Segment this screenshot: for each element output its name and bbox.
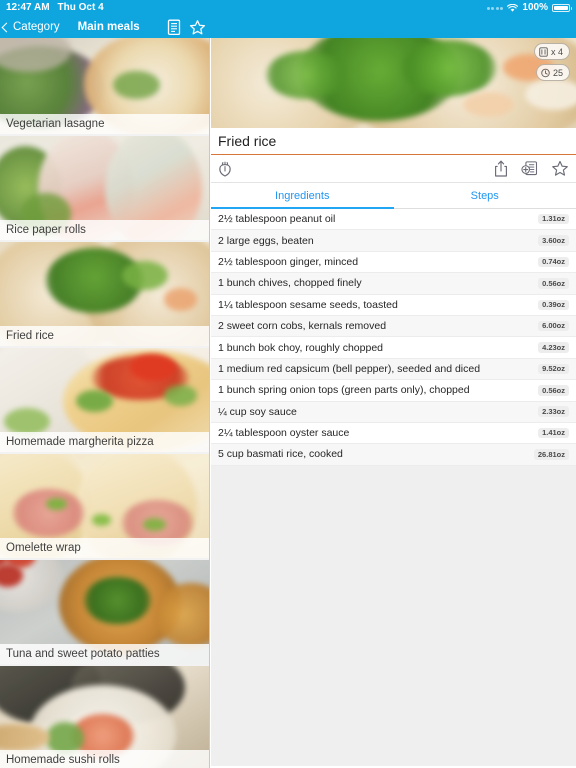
servings-text: x 4: [550, 46, 563, 57]
ingredient-weight: 0.56oz: [538, 385, 569, 396]
ingredient-row[interactable]: ¼ cup soy sauce 2.33oz: [211, 401, 576, 423]
list-item[interactable]: Fried rice: [0, 242, 209, 348]
list-item-label: Homemade margherita pizza: [0, 432, 209, 452]
ingredient-name: ¼ cup soy sauce: [218, 405, 297, 418]
recipe-actions: [494, 160, 569, 177]
tab-ingredients-label: Ingredients: [275, 189, 330, 202]
ingredient-weight: 26.81oz: [533, 449, 569, 460]
list-item[interactable]: Homemade sushi rolls: [0, 666, 209, 768]
ingredient-weight: 0.56oz: [538, 278, 569, 289]
hero-badges: x 4 25: [533, 43, 570, 81]
recipe-list-pane[interactable]: Vegetarian lasagne Rice paper rolls Frie…: [0, 38, 210, 768]
add-to-list-icon[interactable]: [521, 160, 538, 177]
time-text: 25: [552, 67, 563, 78]
ingredient-row[interactable]: 2 large eggs, beaten 3.60oz: [211, 230, 576, 252]
recipe-action-bar: [211, 155, 576, 183]
ingredient-name: 2 sweet corn cobs, kernals removed: [218, 320, 387, 333]
ingredient-weight: 6.00oz: [538, 320, 569, 332]
list-item-label: Omelette wrap: [0, 538, 209, 558]
strawberry-icon[interactable]: [218, 160, 232, 177]
list-item-label: Tuna and sweet potato patties: [0, 644, 209, 664]
tab-ingredients[interactable]: Ingredients: [211, 183, 394, 209]
document-icon[interactable]: [167, 19, 182, 36]
nav-bar-right-fill: [210, 16, 576, 38]
ingredient-row[interactable]: 1 bunch chives, chopped finely 0.56oz: [211, 273, 576, 295]
list-item[interactable]: Homemade margherita pizza: [0, 348, 209, 454]
servings-icon: [539, 46, 548, 57]
chevron-left-icon: [1, 22, 12, 32]
back-button-label: Category: [13, 21, 60, 33]
ingredient-row[interactable]: 2½ tablespoon peanut oil 1.31oz: [211, 209, 576, 231]
ingredient-name: 2¼ tablespoon oyster sauce: [218, 427, 350, 440]
ingredient-row[interactable]: 1 bunch bok choy, roughly chopped 4.23oz: [211, 337, 576, 359]
hero-photo: [211, 38, 576, 128]
status-time: 12:47 AM: [6, 2, 50, 13]
detail-tabs: Ingredients Steps: [211, 183, 576, 209]
ingredient-row[interactable]: 2½ tablespoon ginger, minced 0.74oz: [211, 251, 576, 274]
recipe-title: Fried rice: [218, 133, 277, 149]
status-date: Thu Oct 4: [57, 2, 104, 13]
back-button[interactable]: Category: [0, 21, 60, 33]
status-bar-left: 12:47 AM Thu Oct 4: [0, 0, 104, 16]
ingredients-empty-area: [211, 465, 576, 766]
ingredient-row[interactable]: 2 sweet corn cobs, kernals removed 6.00o…: [211, 315, 576, 338]
recipe-detail-pane: x 4 25 Fried rice Ingredients Steps 2½ t…: [211, 38, 576, 768]
ingredient-name: 2 large eggs, beaten: [218, 234, 314, 247]
ingredient-row[interactable]: 5 cup basmati rice, cooked 26.81oz: [211, 444, 576, 466]
list-item-label: Rice paper rolls: [0, 220, 209, 240]
star-outline-icon[interactable]: [551, 160, 569, 177]
star-outline-icon[interactable]: [189, 19, 206, 36]
tab-steps[interactable]: Steps: [394, 183, 576, 208]
signal-dots-icon: [486, 6, 504, 10]
ingredient-weight: 0.74oz: [538, 256, 569, 268]
ingredient-weight: 9.52oz: [538, 363, 569, 375]
recipe-title-bar: Fried rice: [211, 128, 576, 155]
ingredient-name: 2½ tablespoon peanut oil: [218, 213, 336, 226]
ingredient-name: 1¼ tablespoon sesame seeds, toasted: [218, 298, 398, 311]
list-item[interactable]: Tuna and sweet potato patties: [0, 560, 209, 666]
ingredient-weight: 1.31oz: [538, 213, 569, 225]
ingredient-name: 5 cup basmati rice, cooked: [218, 448, 343, 461]
ingredient-weight: 1.41oz: [538, 427, 569, 439]
ingredients-list: 2½ tablespoon peanut oil 1.31oz 2 large …: [211, 209, 576, 766]
list-item[interactable]: Vegetarian lasagne: [0, 38, 209, 136]
list-item-label: Fried rice: [0, 326, 209, 346]
ingredient-weight: 4.23oz: [538, 342, 569, 353]
share-icon[interactable]: [494, 160, 508, 177]
app-root: 12:47 AM Thu Oct 4 100% Category Main me…: [0, 0, 576, 768]
list-item[interactable]: Omelette wrap: [0, 454, 209, 560]
ingredient-row[interactable]: 1¼ tablespoon sesame seeds, toasted 0.39…: [211, 294, 576, 316]
status-bar: 12:47 AM Thu Oct 4 100%: [0, 0, 576, 16]
ingredient-weight: 0.39oz: [538, 299, 569, 310]
page-title: Main meals: [77, 21, 140, 33]
recipe-hero-image: x 4 25: [211, 38, 576, 128]
list-item-label: Homemade sushi rolls: [0, 750, 209, 768]
tab-steps-label: Steps: [470, 189, 499, 202]
wifi-icon: [507, 3, 519, 12]
ingredient-name: 1 bunch chives, chopped finely: [218, 277, 362, 290]
ingredient-name: 1 medium red capsicum (bell pepper), see…: [218, 362, 481, 375]
list-item[interactable]: Rice paper rolls: [0, 136, 209, 242]
ingredient-row[interactable]: 1 medium red capsicum (bell pepper), see…: [211, 358, 576, 381]
nav-bar: Category Main meals: [0, 16, 210, 38]
servings-badge: x 4: [533, 43, 570, 60]
battery-percent: 100%: [522, 2, 548, 13]
ingredient-row[interactable]: 1 bunch spring onion tops (green parts o…: [211, 380, 576, 402]
ingredient-weight: 2.33oz: [538, 406, 569, 417]
nav-actions: [167, 19, 206, 36]
list-item-label: Vegetarian lasagne: [0, 114, 209, 134]
ingredient-weight: 3.60oz: [538, 235, 569, 246]
battery-icon: [552, 4, 572, 12]
status-bar-right: 100%: [486, 0, 576, 16]
ingredient-name: 1 bunch bok choy, roughly chopped: [218, 341, 384, 354]
ingredient-row[interactable]: 2¼ tablespoon oyster sauce 1.41oz: [211, 422, 576, 445]
ingredient-name: 1 bunch spring onion tops (green parts o…: [218, 384, 470, 397]
ingredient-name: 2½ tablespoon ginger, minced: [218, 255, 359, 268]
time-badge: 25: [535, 64, 570, 81]
clock-icon: [541, 68, 550, 77]
